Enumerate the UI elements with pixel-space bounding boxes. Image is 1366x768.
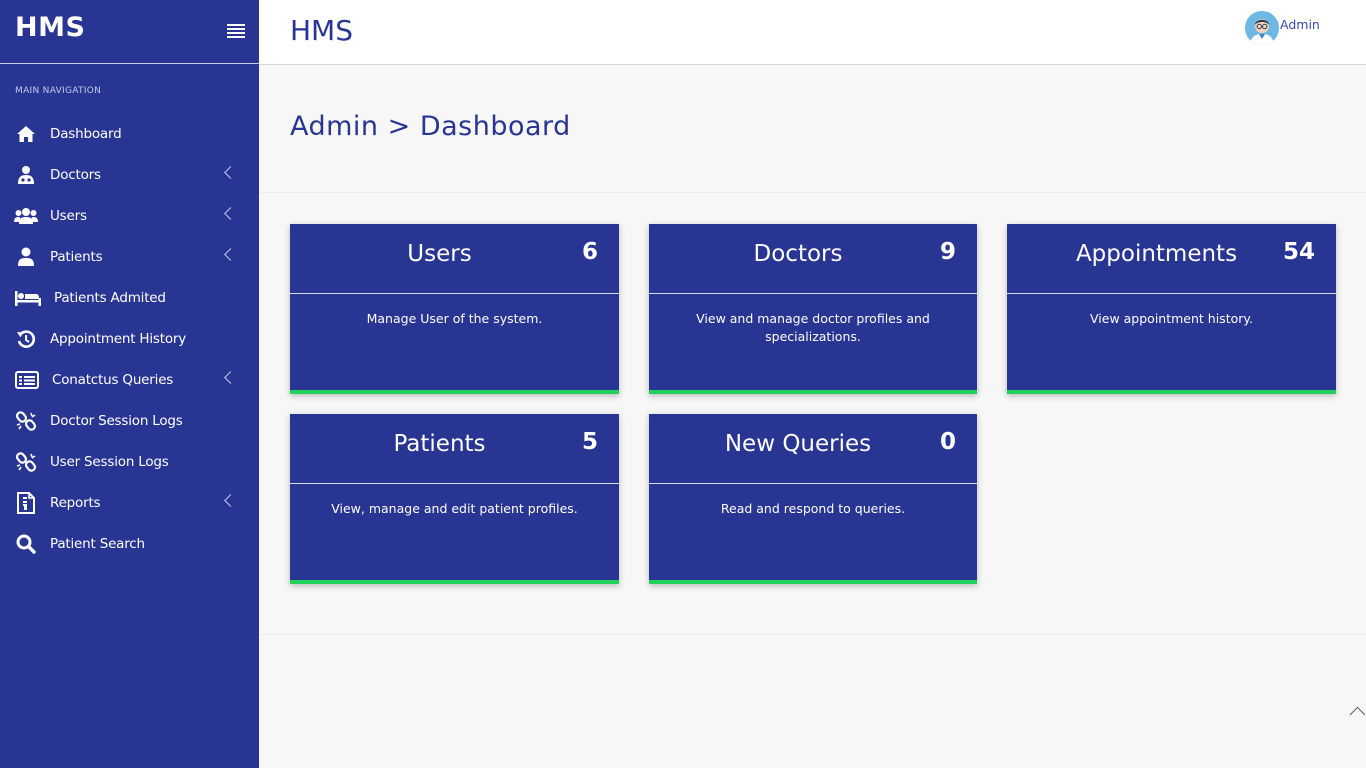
card-header: Appointments 54 bbox=[1007, 224, 1336, 294]
sidebar-item-patients-admited[interactable]: Patients Admited bbox=[0, 277, 259, 318]
user-menu-name[interactable]: Admin bbox=[1280, 17, 1320, 32]
sidebar-item-contactus-queries[interactable]: Conatctus Queries bbox=[0, 359, 259, 400]
chevron-left-icon bbox=[224, 494, 237, 507]
sidebar-item-patient-search[interactable]: Patient Search bbox=[0, 523, 259, 564]
card-title: Appointments bbox=[1075, 241, 1238, 267]
card-count: 9 bbox=[939, 239, 956, 265]
card-doctors[interactable]: Doctors 9 View and manage doctor profile… bbox=[649, 224, 977, 394]
report-icon bbox=[14, 491, 38, 514]
brand-title[interactable]: HMS bbox=[15, 12, 85, 43]
sidebar-item-patients[interactable]: Patients bbox=[0, 236, 259, 277]
card-header: Doctors 9 bbox=[649, 224, 977, 294]
sidebar-item-label: Patient Search bbox=[50, 535, 145, 552]
user-icon bbox=[14, 247, 38, 267]
card-count: 6 bbox=[581, 239, 598, 265]
card-description: Read and respond to queries. bbox=[720, 501, 906, 516]
card-appointments[interactable]: Appointments 54 View appointment history… bbox=[1007, 224, 1336, 394]
search-icon bbox=[14, 534, 38, 554]
sidebar-item-label: Dashboard bbox=[50, 125, 122, 142]
sidebar-item-label: Doctor Session Logs bbox=[50, 412, 183, 429]
card-title: Doctors bbox=[753, 241, 843, 267]
sidebar-item-label: Appointment History bbox=[50, 330, 187, 347]
card-header: New Queries 0 bbox=[649, 414, 977, 484]
sidebar-item-label: Patients Admited bbox=[54, 289, 166, 306]
content-divider bbox=[259, 634, 1366, 635]
card-new-queries[interactable]: New Queries 0 Read and respond to querie… bbox=[649, 414, 977, 584]
chevron-left-icon bbox=[224, 371, 237, 384]
nav-heading: MAIN NAVIGATION bbox=[15, 86, 102, 96]
sidebar-item-doctor-session-logs[interactable]: Doctor Session Logs bbox=[0, 400, 259, 441]
card-description: View and manage doctor profiles and spec… bbox=[696, 311, 930, 344]
card-title: Users bbox=[407, 241, 472, 267]
card-count: 5 bbox=[581, 429, 598, 455]
sidebar-item-reports[interactable]: Reports bbox=[0, 482, 259, 523]
card-users[interactable]: Users 6 Manage User of the system. bbox=[290, 224, 619, 394]
doctor-icon bbox=[14, 165, 38, 185]
card-description: Manage User of the system. bbox=[366, 311, 543, 326]
sidebar-item-appointment-history[interactable]: Appointment History bbox=[0, 318, 259, 359]
sidebar: HMS MAIN NAVIGATION Dashboard Doctors Us… bbox=[0, 0, 259, 768]
home-icon bbox=[14, 124, 38, 144]
list-icon bbox=[14, 370, 40, 390]
sidebar-item-users[interactable]: Users bbox=[0, 195, 259, 236]
header-title: HMS bbox=[290, 14, 353, 47]
top-header: HMS Admin bbox=[259, 0, 1366, 65]
page-title: Admin > Dashboard bbox=[290, 111, 571, 142]
sidebar-item-user-session-logs[interactable]: User Session Logs bbox=[0, 441, 259, 482]
chevron-left-icon bbox=[224, 248, 237, 261]
main-navigation: Dashboard Doctors Users Patients Patient… bbox=[0, 113, 259, 564]
card-count: 0 bbox=[939, 429, 956, 455]
history-icon bbox=[14, 329, 38, 349]
card-title: Patients bbox=[393, 431, 486, 457]
scroll-to-top-icon[interactable] bbox=[1349, 706, 1366, 723]
card-count: 54 bbox=[1282, 239, 1315, 265]
chain-icon bbox=[14, 451, 38, 472]
card-description: View, manage and edit patient profiles. bbox=[331, 501, 578, 516]
card-description: View appointment history. bbox=[1090, 311, 1253, 326]
bed-icon bbox=[14, 288, 42, 308]
sidebar-item-label: Doctors bbox=[50, 166, 101, 183]
chevron-left-icon bbox=[224, 207, 237, 220]
sidebar-item-label: Reports bbox=[50, 494, 101, 511]
menu-toggle-icon[interactable] bbox=[227, 24, 245, 38]
chain-icon bbox=[14, 410, 38, 431]
sidebar-item-dashboard[interactable]: Dashboard bbox=[0, 113, 259, 154]
card-title: New Queries bbox=[724, 431, 872, 457]
sidebar-item-label: Conatctus Queries bbox=[52, 371, 174, 388]
card-header: Patients 5 bbox=[290, 414, 619, 484]
sidebar-item-label: User Session Logs bbox=[50, 453, 169, 470]
avatar[interactable] bbox=[1245, 11, 1279, 45]
sidebar-item-label: Patients bbox=[50, 248, 103, 265]
card-patients[interactable]: Patients 5 View, manage and edit patient… bbox=[290, 414, 619, 584]
sidebar-item-label: Users bbox=[50, 207, 87, 224]
chevron-left-icon bbox=[224, 166, 237, 179]
page-title-band: Admin > Dashboard bbox=[259, 65, 1366, 193]
users-icon bbox=[14, 206, 38, 226]
sidebar-brand: HMS bbox=[0, 0, 259, 64]
sidebar-item-doctors[interactable]: Doctors bbox=[0, 154, 259, 195]
card-header: Users 6 bbox=[290, 224, 619, 294]
